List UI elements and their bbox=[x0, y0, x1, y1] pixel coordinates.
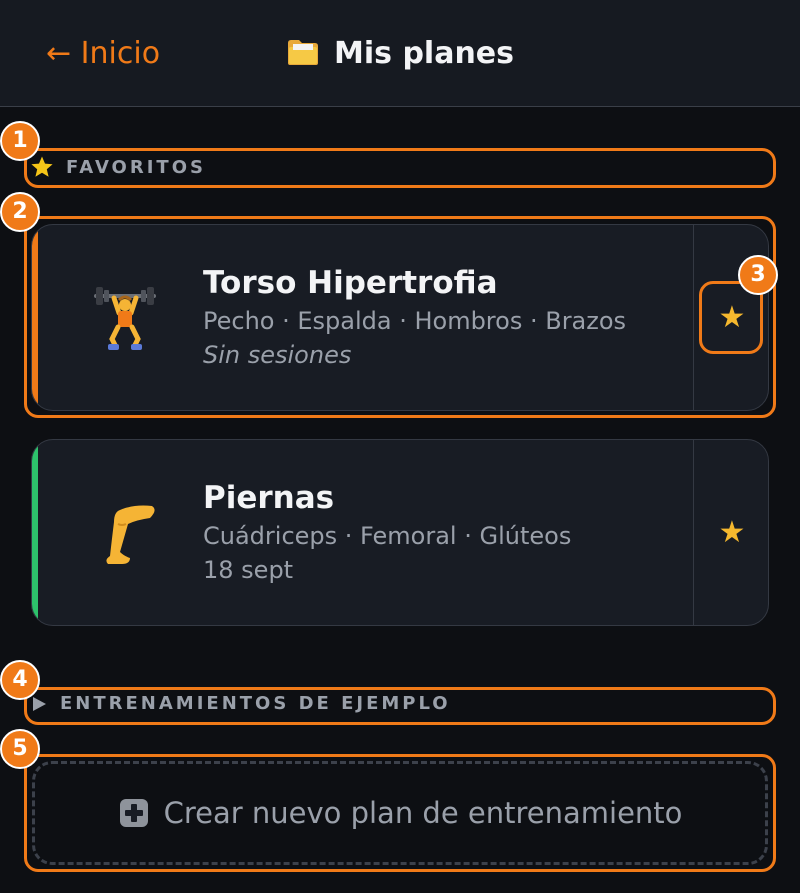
favorite-toggle-button[interactable]: ★ bbox=[710, 296, 754, 340]
plan-last-session: 18 sept bbox=[203, 556, 294, 584]
page-title-text: Mis planes bbox=[334, 36, 514, 71]
star-icon bbox=[30, 155, 54, 179]
annotation-badge: 1 bbox=[0, 121, 40, 161]
plan-last-session: Sin sesiones bbox=[203, 341, 352, 369]
favorites-label: FAVORITOS bbox=[66, 156, 206, 178]
plan-muscles: Pecho · Espalda · Hombros · Brazos bbox=[203, 307, 627, 335]
plus-icon bbox=[118, 797, 150, 829]
plan-muscles: Cuádriceps · Femoral · Glúteos bbox=[203, 522, 572, 550]
plan-name: Piernas bbox=[203, 480, 335, 516]
folder-icon bbox=[288, 40, 318, 65]
annotation-badge: 5 bbox=[0, 729, 40, 769]
weightlifter-icon bbox=[94, 287, 156, 350]
favorites-section-header[interactable]: FAVORITOS bbox=[30, 155, 206, 179]
triangle-right-icon bbox=[30, 695, 48, 713]
annotation-badge: 2 bbox=[0, 192, 40, 232]
annotation-badge: 4 bbox=[0, 660, 40, 700]
create-plan-button[interactable]: Crear nuevo plan de entrenamiento bbox=[32, 761, 768, 865]
examples-section-header[interactable]: ENTRENAMIENTOS DE EJEMPLO bbox=[30, 693, 451, 714]
card-divider bbox=[693, 440, 694, 625]
card-divider bbox=[693, 225, 694, 410]
examples-label: ENTRENAMIENTOS DE EJEMPLO bbox=[60, 693, 451, 714]
top-bar: ← Inicio Mis planes bbox=[0, 0, 800, 107]
create-plan-label: Crear nuevo plan de entrenamiento bbox=[163, 796, 683, 830]
plan-name: Torso Hipertrofia bbox=[203, 265, 498, 301]
leg-icon bbox=[106, 505, 155, 564]
favorite-toggle-button[interactable]: ★ bbox=[710, 511, 754, 555]
page-title: Mis planes bbox=[0, 34, 800, 74]
annotation-badge: 3 bbox=[738, 255, 778, 295]
plan-accent-bar bbox=[32, 440, 38, 625]
plan-accent-bar bbox=[32, 225, 38, 410]
plan-card-torso[interactable]: Torso Hipertrofia Pecho · Espalda · Homb… bbox=[31, 224, 769, 411]
plan-card-piernas[interactable]: Piernas Cuádriceps · Femoral · Glúteos 1… bbox=[31, 439, 769, 626]
